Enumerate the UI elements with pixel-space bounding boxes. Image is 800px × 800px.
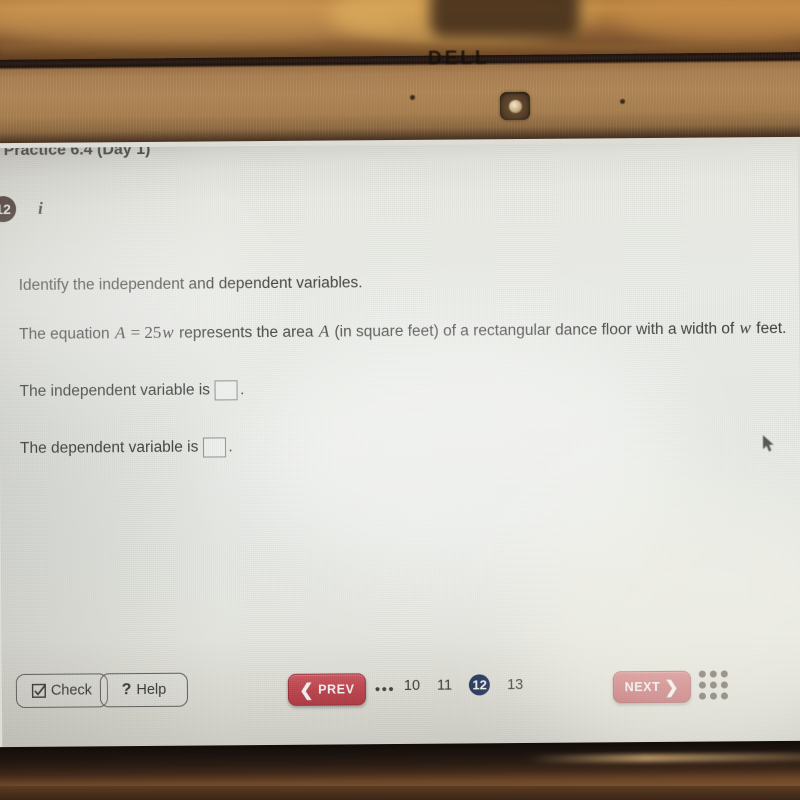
check-button-label: Check [50,682,93,699]
page-link-11[interactable]: 11 [437,677,452,693]
prev-button-label: PREV [318,682,355,697]
question-body: Identify the independent and dependent v… [19,270,800,346]
page-link-10[interactable]: 10 [404,677,420,693]
laptop-screen: Practice 6.4 (Day 1) 12 i Identify the i… [0,136,800,756]
chevron-left-icon: ❮ [299,680,315,700]
page-title: Practice 6.4 (Day 1) [3,145,151,160]
page-link-12-current[interactable]: 12 [468,674,491,696]
bezel-sheen [525,752,800,764]
variable-a: A [114,323,126,343]
question-number-badge: 12 [0,196,17,223]
desk-edge [0,786,800,800]
equation-end: feet. [756,319,787,338]
equation-coefficient: 25 [144,322,162,342]
equation-tail: (in square feet) of a rectangular dance … [334,320,735,341]
answer-row-dependent: The dependent variable is . [20,437,233,459]
info-icon[interactable]: i [38,199,43,219]
chevron-right-icon: ❯ [664,677,680,697]
webcam-icon [499,91,531,121]
wall-highlight-right [620,0,800,44]
laptop-photo: Practice 6.4 (Day 1) 12 i Identify the i… [0,0,800,800]
next-button[interactable]: NEXT ❯ [612,670,692,704]
independent-variable-label: The independent variable is [19,381,211,400]
question-mark-icon: ? [121,681,132,699]
check-button[interactable]: Check [15,673,109,709]
question-prompt: Identify the independent and dependent v… [18,274,363,294]
equation-expression: A = 25w [114,323,175,342]
help-button[interactable]: ? Help [99,672,189,708]
variable-a-2: A [318,321,330,341]
page-link-13[interactable]: 13 [507,677,523,693]
dell-brand-logo: DELL [427,47,490,70]
dependent-variable-input[interactable] [203,437,227,458]
prev-button[interactable]: ❮ PREV [287,673,367,706]
homework-app: Practice 6.4 (Day 1) 12 i Identify the i… [0,142,800,750]
dependent-variable-label: The dependent variable is [19,438,199,457]
equation-lead: The equation [19,325,110,343]
independent-variable-input[interactable] [214,380,239,401]
dependent-variable-period: . [228,438,233,456]
question-equation: The equation A = 25w represents the area… [19,317,800,346]
wall-highlight-left [0,0,400,50]
variable-w: w [162,322,174,342]
wall-highlight-mid [330,0,590,48]
bottom-toolbar: Check ? Help ❮ PREV ••• 10 11 12 13 NEXT… [2,664,800,714]
equation-equals: = [130,322,141,343]
independent-variable-period: . [239,381,245,399]
screen-surface: Practice 6.4 (Day 1) 12 i Identify the i… [0,141,800,756]
pagination: 10 11 12 13 [404,674,524,696]
mouse-cursor-icon [762,435,774,452]
equation-mid: represents the area [178,323,314,342]
checkbox-check-icon [31,683,47,698]
bezel-indicator-dot-left [409,94,416,101]
webcam-lens [508,99,523,114]
pagination-ellipsis[interactable]: ••• [375,681,395,698]
dark-object-behind [430,0,580,38]
question-header: 12 i [0,196,43,223]
next-button-label: NEXT [624,679,661,695]
variable-w-2: w [739,318,751,338]
bezel-indicator-dot-right [619,98,626,105]
help-button-label: Help [136,681,167,699]
nine-dot-grid-icon[interactable] [698,670,729,700]
answer-row-independent: The independent variable is . [19,380,244,402]
app-title-clip: Practice 6.4 (Day 1) [0,146,298,160]
